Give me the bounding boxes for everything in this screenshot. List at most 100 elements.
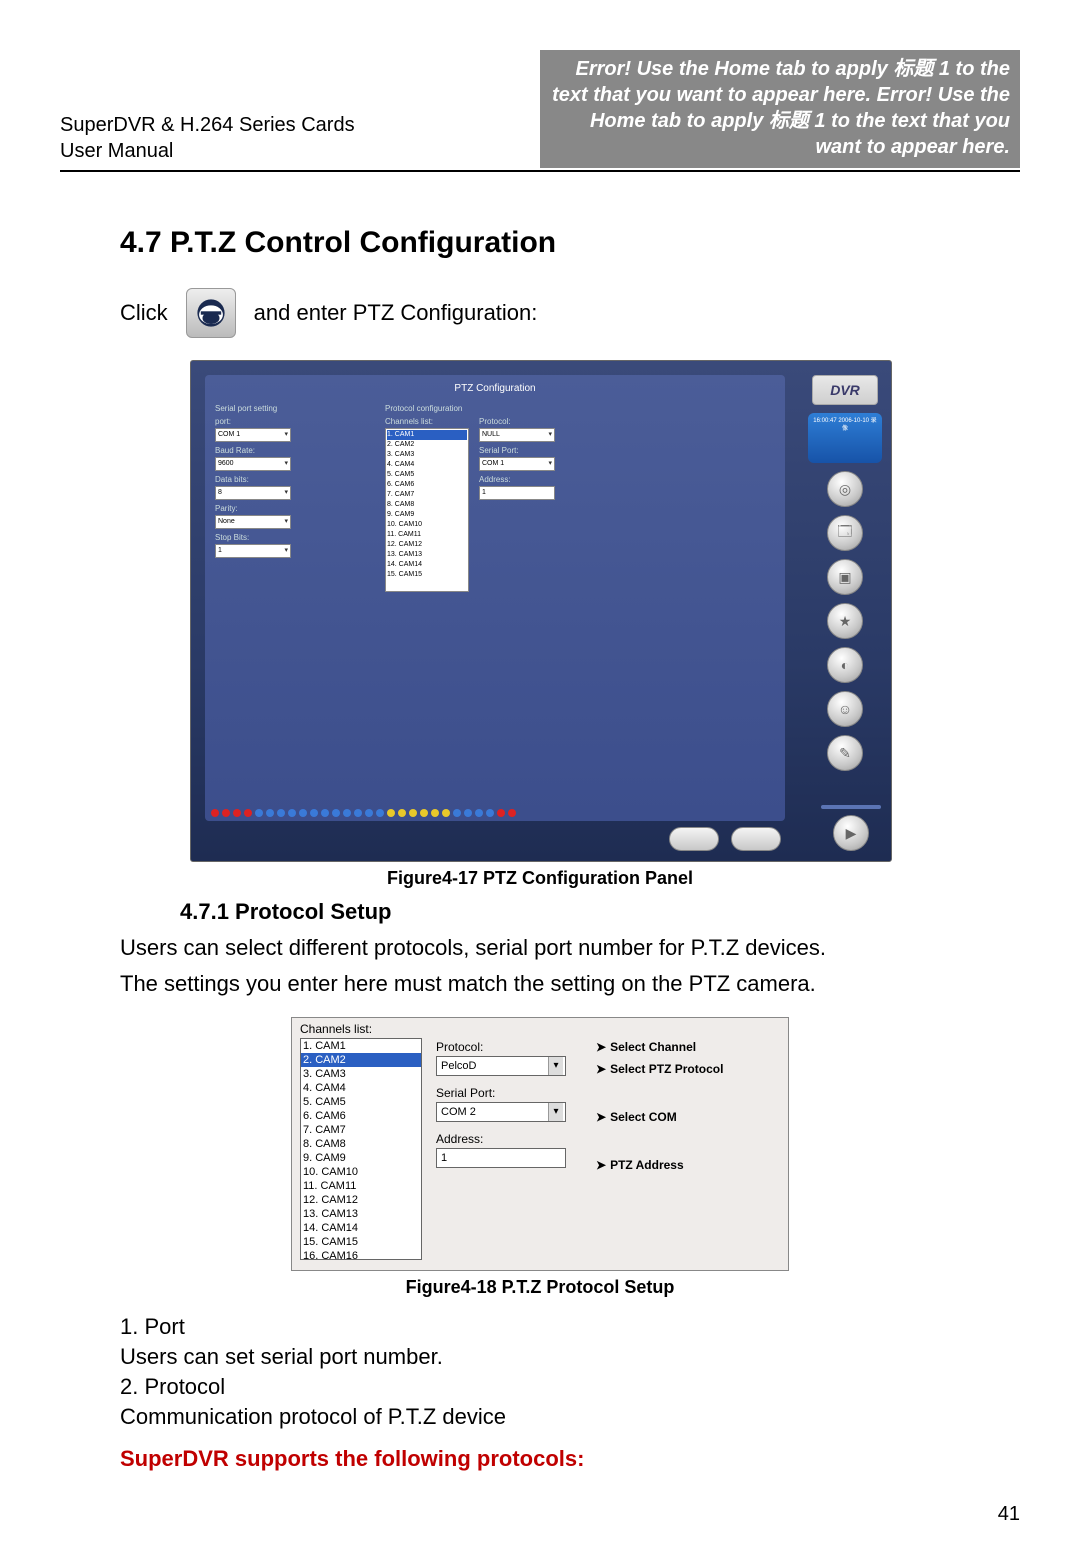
item-1-title: 1. Port (120, 1312, 960, 1342)
list-item[interactable]: 9. CAM9 (301, 1151, 421, 1165)
group-protocol: Protocol configuration (385, 404, 469, 413)
status-box: 16:00:47 2006-10-10 录像 (808, 413, 882, 463)
dvr-sidebar: DVR 16:00:47 2006-10-10 录像 ◎ 🗔 ▣ ★ ◐ ☺ ✎ (805, 375, 885, 771)
field-parity[interactable]: None (215, 515, 291, 529)
section-title: 4.7 P.T.Z Control Configuration (120, 226, 1020, 260)
label-baud: Baud Rate: (215, 446, 375, 455)
click-instruction: Click and enter PTZ Configuration: (120, 288, 1020, 338)
document-header: SuperDVR & H.264 Series Cards User Manua… (60, 0, 1020, 172)
list-item[interactable]: 13. CAM13 (387, 550, 467, 560)
annot-ptz-address: ➤PTZ Address (596, 1158, 684, 1172)
label-serialport-1: Serial Port: (479, 446, 589, 455)
channel-indicator-bar (211, 809, 516, 817)
list-item[interactable]: 16. CAM16 (301, 1249, 421, 1260)
field-protocol-2[interactable]: PelcoD (436, 1056, 566, 1076)
list-item[interactable]: 4. CAM4 (387, 460, 467, 470)
label-protocol-1: Protocol: (479, 417, 589, 426)
ptz-protocol-setup-screenshot: Channels list: 1. CAM1 2. CAM2 3. CAM3 4… (291, 1017, 789, 1271)
sidebar-btn-7[interactable]: ✎ (827, 735, 863, 771)
field-serialport-2[interactable]: COM 2 (436, 1102, 566, 1122)
channel-listbox-2[interactable]: 1. CAM1 2. CAM2 3. CAM3 4. CAM4 5. CAM5 … (300, 1038, 422, 1260)
list-item[interactable]: 2. CAM2 (301, 1053, 421, 1067)
list-item[interactable]: 7. CAM7 (301, 1123, 421, 1137)
list-item[interactable]: 12. CAM12 (301, 1193, 421, 1207)
field-stop[interactable]: 1 (215, 544, 291, 558)
field-baud[interactable]: 9600 (215, 457, 291, 471)
click-prefix: Click (120, 300, 168, 326)
list-item[interactable]: 4. CAM4 (301, 1081, 421, 1095)
paragraph-2: The settings you enter here must match t… (120, 969, 960, 999)
list-item[interactable]: 12. CAM12 (387, 540, 467, 550)
list-item[interactable]: 5. CAM5 (301, 1095, 421, 1109)
field-data[interactable]: 8 (215, 486, 291, 500)
sidebar-btn-2[interactable]: 🗔 (827, 515, 863, 551)
list-item[interactable]: 14. CAM14 (301, 1221, 421, 1235)
item-1-body: Users can set serial port number. (120, 1342, 960, 1372)
list-item[interactable]: 10. CAM10 (387, 520, 467, 530)
product-line-1: SuperDVR & H.264 Series Cards (60, 112, 355, 138)
annot-select-protocol: ➤Select PTZ Protocol (596, 1062, 723, 1076)
list-item[interactable]: 10. CAM10 (301, 1165, 421, 1179)
list-item[interactable]: 3. CAM3 (301, 1067, 421, 1081)
list-item[interactable]: 9. CAM9 (387, 510, 467, 520)
label-stop: Stop Bits: (215, 533, 375, 542)
field-port[interactable]: COM 1 (215, 428, 291, 442)
channel-listbox-1[interactable]: 1. CAM1 2. CAM2 3. CAM3 4. CAM4 5. CAM5 … (385, 428, 469, 592)
list-item[interactable]: 13. CAM13 (301, 1207, 421, 1221)
list-item[interactable]: 11. CAM11 (387, 530, 467, 540)
list-item[interactable]: 11. CAM11 (301, 1179, 421, 1193)
list-item[interactable]: 7. CAM7 (387, 490, 467, 500)
play-button[interactable]: ▶ (833, 815, 869, 851)
list-item[interactable]: 1. CAM1 (301, 1039, 421, 1053)
field-protocol-1[interactable]: NULL (479, 428, 555, 442)
label-channels-1: Channels list: (385, 417, 469, 426)
ptz-config-screenshot: PTZ Configuration Serial port setting po… (190, 360, 892, 862)
figure1-caption: Figure4-17 PTZ Configuration Panel (190, 868, 890, 889)
label-port: port: (215, 417, 375, 426)
list-item[interactable]: 6. CAM6 (387, 480, 467, 490)
group-serial: Serial port setting (215, 404, 375, 413)
annot-select-com: ➤Select COM (596, 1110, 677, 1124)
product-line-2: User Manual (60, 138, 355, 164)
ok-button[interactable] (669, 827, 719, 851)
label-channels-2: Channels list: (300, 1022, 780, 1036)
list-item[interactable]: 8. CAM8 (387, 500, 467, 510)
label-address-1: Address: (479, 475, 589, 484)
list-item[interactable]: 8. CAM8 (301, 1137, 421, 1151)
sidebar-btn-3[interactable]: ▣ (827, 559, 863, 595)
ptz-config-icon (186, 288, 236, 338)
cancel-button[interactable] (731, 827, 781, 851)
field-serialport-1[interactable]: COM 1 (479, 457, 555, 471)
field-address-2[interactable]: 1 (436, 1148, 566, 1168)
subsection-title: 4.7.1 Protocol Setup (180, 899, 1020, 925)
label-parity: Parity: (215, 504, 375, 513)
header-product-info: SuperDVR & H.264 Series Cards User Manua… (60, 112, 355, 164)
list-item[interactable]: 14. CAM14 (387, 560, 467, 570)
list-item[interactable]: 2. CAM2 (387, 440, 467, 450)
divider-bar (821, 805, 881, 809)
list-item[interactable]: 1. CAM1 (387, 430, 467, 440)
click-suffix: and enter PTZ Configuration: (254, 300, 538, 326)
list-item[interactable]: 3. CAM3 (387, 450, 467, 460)
figure2-caption: Figure4-18 P.T.Z Protocol Setup (60, 1277, 1020, 1298)
sidebar-btn-4[interactable]: ★ (827, 603, 863, 639)
list-item[interactable]: 15. CAM15 (387, 570, 467, 580)
field-address-1[interactable]: 1 (479, 486, 555, 500)
item-2-body: Communication protocol of P.T.Z device (120, 1402, 960, 1432)
item-2-title: 2. Protocol (120, 1372, 960, 1402)
label-address-2: Address: (436, 1132, 780, 1146)
list-item[interactable]: 6. CAM6 (301, 1109, 421, 1123)
dialog-buttons (669, 827, 781, 851)
sidebar-btn-1[interactable]: ◎ (827, 471, 863, 507)
ptz-config-panel: PTZ Configuration Serial port setting po… (205, 375, 785, 821)
paragraph-1: Users can select different protocols, se… (120, 933, 960, 963)
sidebar-btn-5[interactable]: ◐ (827, 647, 863, 683)
list-item[interactable]: 5. CAM5 (387, 470, 467, 480)
page-number: 41 (998, 1503, 1020, 1526)
sidebar-btn-6[interactable]: ☺ (827, 691, 863, 727)
panel-title: PTZ Configuration (215, 383, 775, 394)
list-item[interactable]: 15. CAM15 (301, 1235, 421, 1249)
supported-protocols-line: SuperDVR supports the following protocol… (120, 1446, 960, 1472)
annot-select-channel: ➤Select Channel (596, 1040, 696, 1054)
header-error-box: Error! Use the Home tab to apply 标题 1 to… (540, 50, 1020, 168)
